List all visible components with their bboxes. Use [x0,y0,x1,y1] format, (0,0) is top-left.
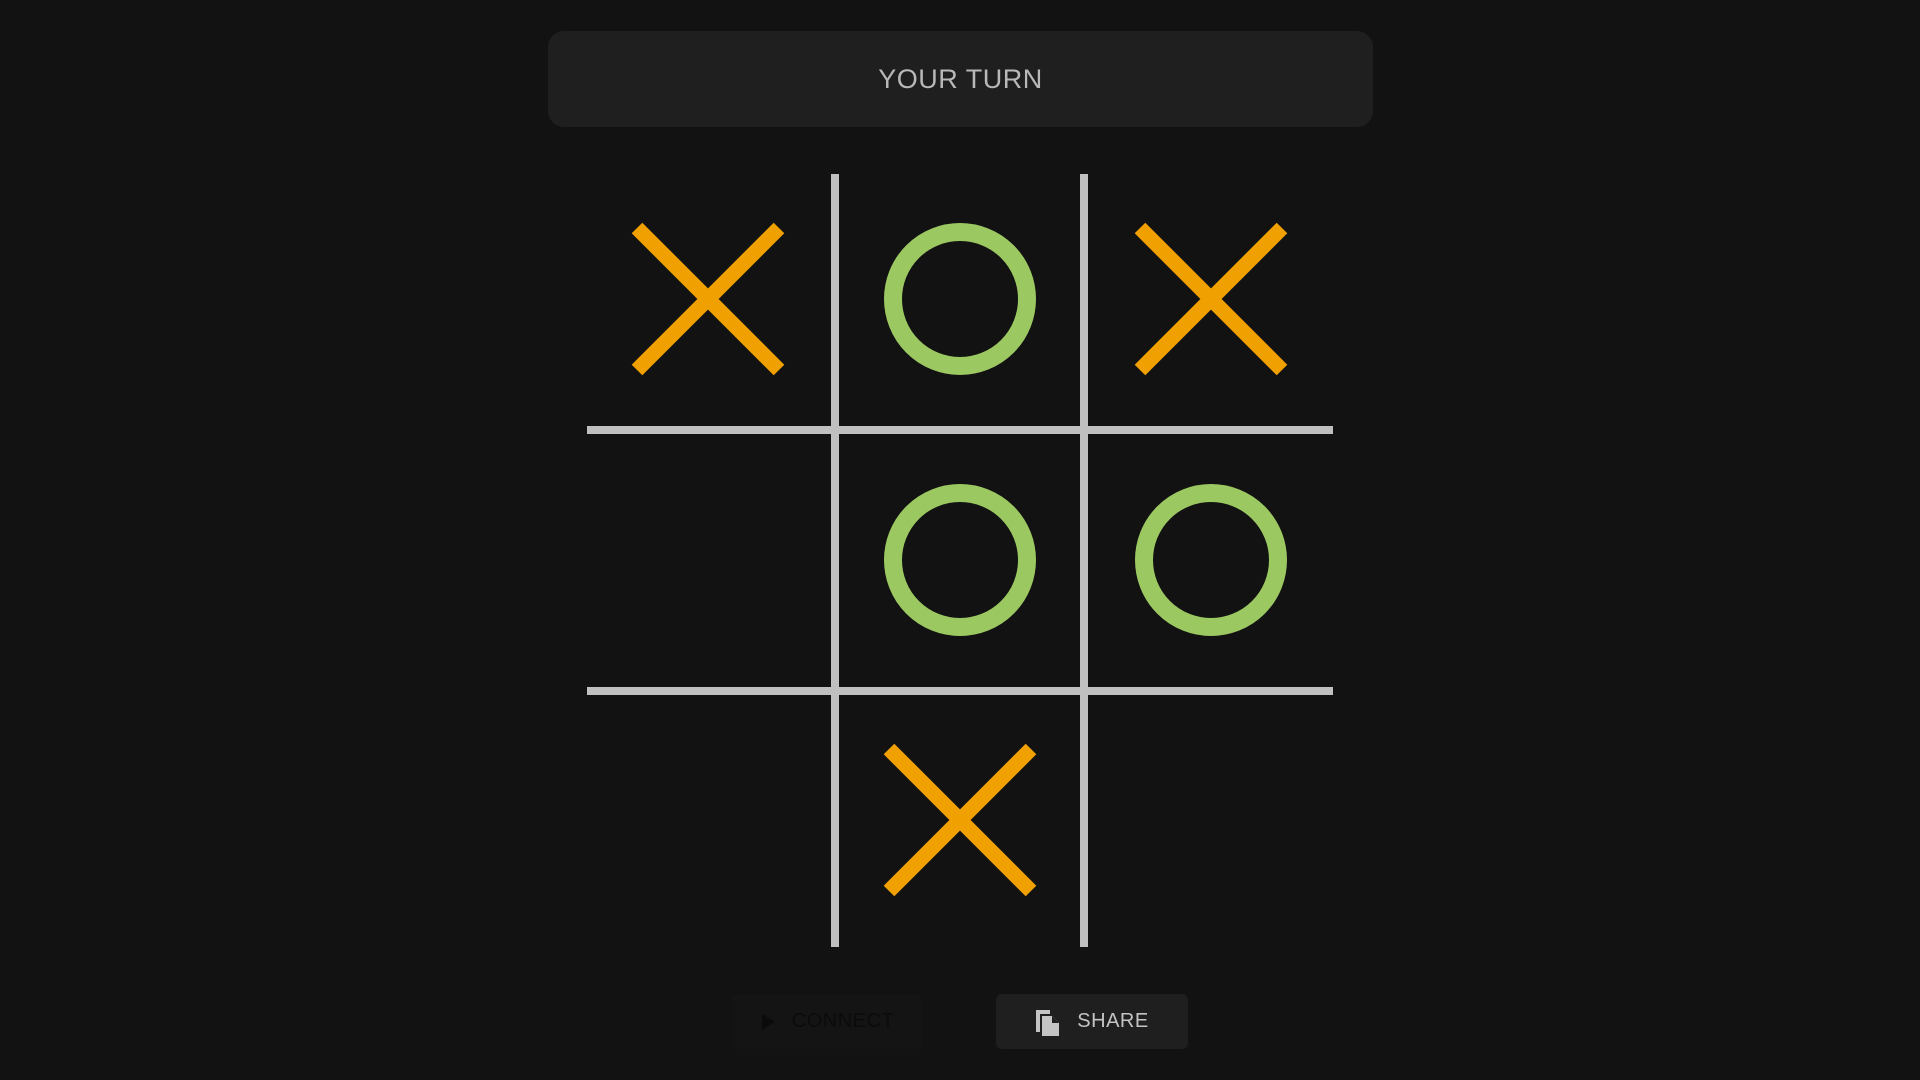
copy-icon [1036,1009,1060,1036]
board-cell-6 [1088,434,1333,687]
connect-button[interactable]: CONNECT [732,994,922,1049]
share-button[interactable]: SHARE [996,994,1188,1049]
board-cell-1 [631,222,785,376]
cell-hit-area [1088,434,1333,687]
cell-hit-area[interactable] [587,434,831,687]
board-cell-5 [839,434,1080,687]
board-cell-7[interactable] [587,695,831,947]
connect-label: CONNECT [791,1010,895,1032]
board-cell-8 [883,743,1037,897]
cell-hit-area [839,434,1080,687]
board-cell-9[interactable] [1088,695,1333,947]
cell-hit-area [839,174,1080,426]
share-label: SHARE [1077,1010,1149,1032]
cell-hit-area[interactable] [587,695,831,947]
board-cell-4[interactable] [587,434,831,687]
cell-hit-area[interactable] [1088,695,1333,947]
game-board [587,174,1333,947]
play-icon [761,1013,775,1030]
board-cell-2 [839,174,1080,426]
board-cell-3 [1134,222,1288,376]
